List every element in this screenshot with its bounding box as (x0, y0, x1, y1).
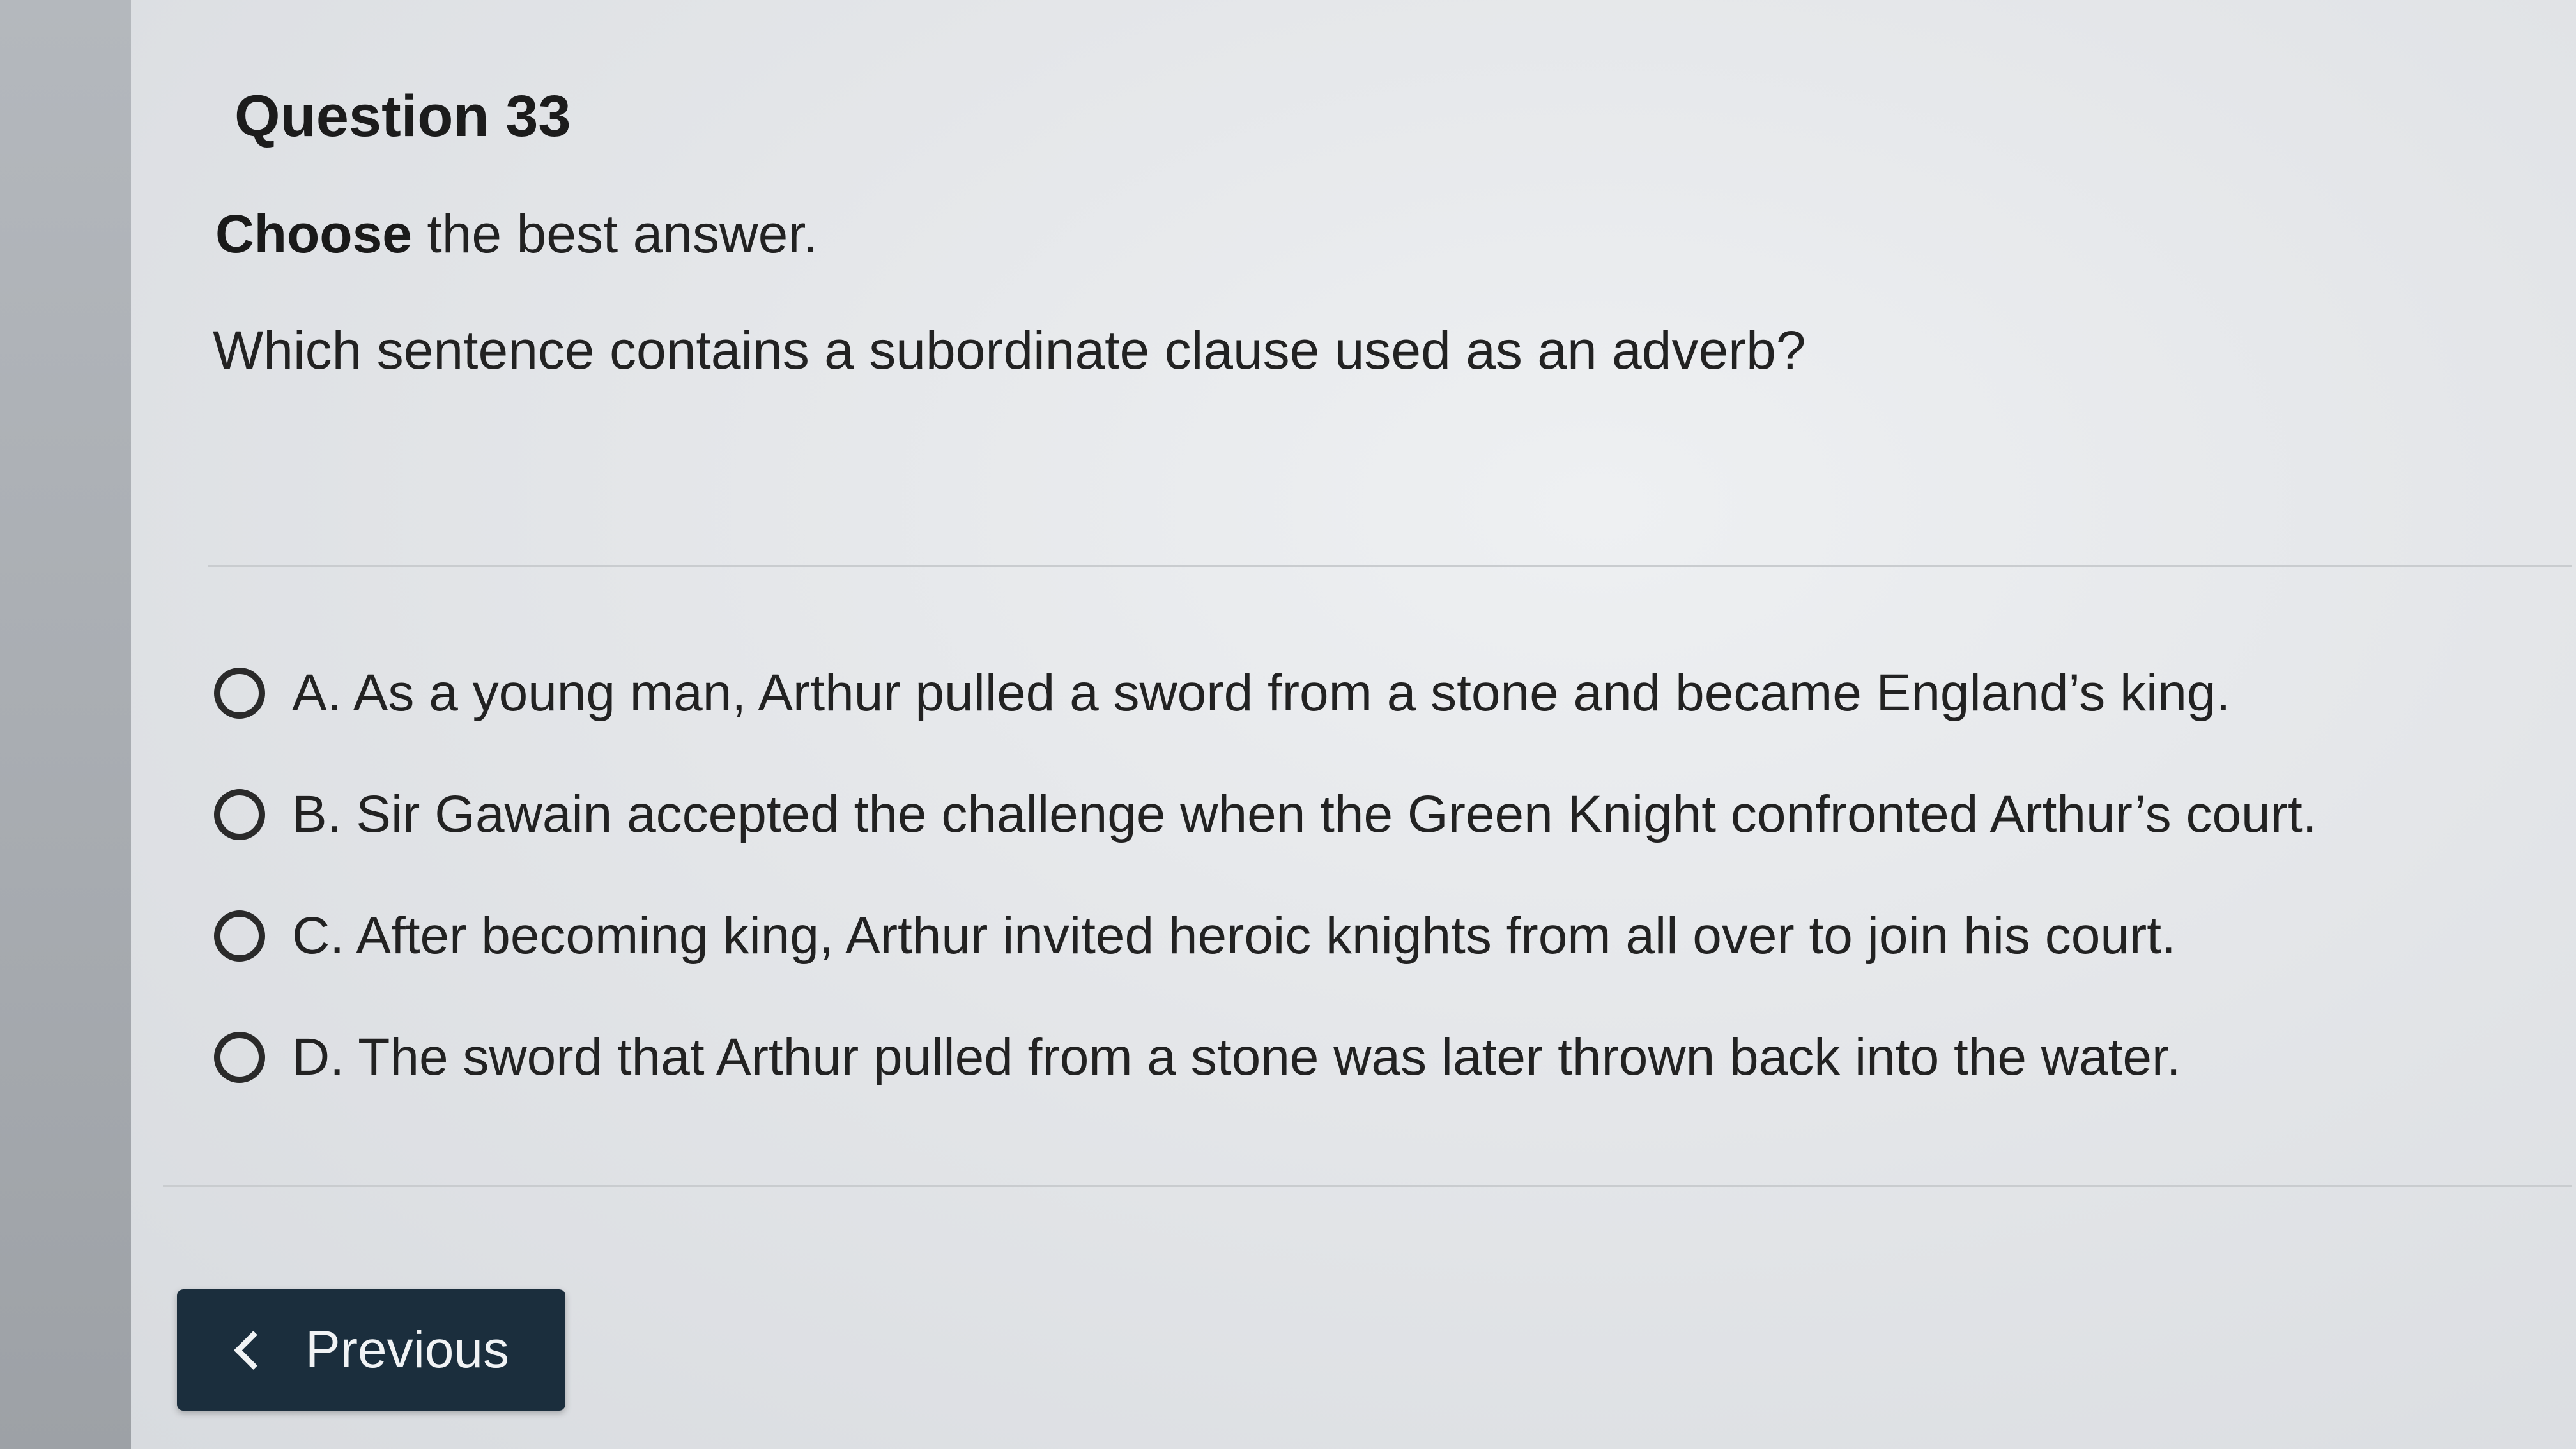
radio-button-a[interactable] (214, 668, 265, 719)
answer-options: A. As a young man, Arthur pulled a sword… (214, 658, 2546, 1144)
divider-bottom (163, 1185, 2572, 1187)
radio-button-d[interactable] (214, 1032, 265, 1083)
left-rail (0, 0, 131, 1449)
radio-button-b[interactable] (214, 789, 265, 840)
question-prompt: Which sentence contains a subordinate cl… (213, 320, 1806, 380)
question-panel: Question 33 Choose the best answer. Whic… (131, 0, 2576, 1449)
instruction-rest: the best answer. (412, 204, 818, 264)
option-text-b: B. Sir Gawain accepted the challenge whe… (292, 785, 2317, 843)
answer-option-b[interactable]: B. Sir Gawain accepted the challenge whe… (214, 779, 2546, 850)
option-text-d: D. The sword that Arthur pulled from a s… (292, 1028, 2181, 1086)
answer-option-c[interactable]: C. After becoming king, Arthur invited h… (214, 901, 2546, 971)
previous-label: Previous (305, 1321, 510, 1379)
previous-button[interactable]: Previous (177, 1289, 565, 1411)
option-text-a: A. As a young man, Arthur pulled a sword… (292, 664, 2231, 722)
radio-button-c[interactable] (214, 910, 265, 962)
chevron-left-icon (234, 1330, 273, 1370)
question-number: Question 33 (234, 84, 571, 149)
divider-top (208, 565, 2572, 567)
instruction-bold: Choose (215, 204, 413, 264)
instruction: Choose the best answer. (215, 203, 818, 265)
answer-option-a[interactable]: A. As a young man, Arthur pulled a sword… (214, 658, 2546, 728)
answer-option-d[interactable]: D. The sword that Arthur pulled from a s… (214, 1022, 2546, 1092)
option-text-c: C. After becoming king, Arthur invited h… (292, 907, 2176, 965)
